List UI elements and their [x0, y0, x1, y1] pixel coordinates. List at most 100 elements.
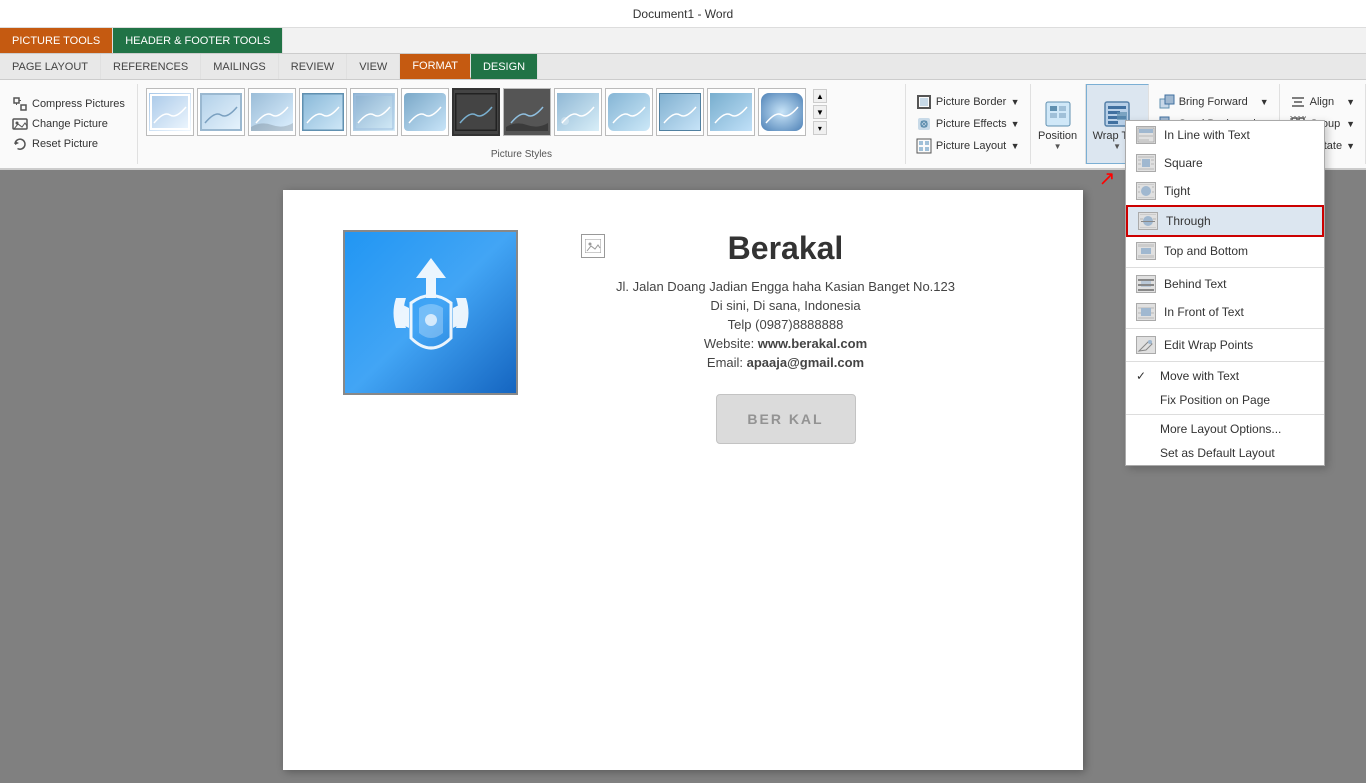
- picture-effects-chevron[interactable]: ▼: [1011, 119, 1020, 129]
- picture-effects-group: Picture Border ▼ Picture Effects ▼ Pictu…: [906, 84, 1031, 164]
- position-chevron[interactable]: ▼: [1054, 142, 1062, 151]
- compress-pictures-btn[interactable]: Compress Pictures: [8, 94, 129, 114]
- separator-1: [1126, 267, 1324, 268]
- move-with-text-label: Move with Text: [1160, 369, 1239, 383]
- scroll-up-btn[interactable]: ▲: [813, 89, 827, 103]
- compress-pictures-label: Compress Pictures: [32, 98, 125, 110]
- reset-picture-label: Reset Picture: [32, 138, 98, 150]
- reset-picture-btn[interactable]: Reset Picture: [8, 134, 102, 154]
- email-address: apaaja@gmail.com: [747, 355, 864, 370]
- website-url: www.berakal.com: [758, 336, 867, 351]
- position-label: Position: [1038, 130, 1077, 142]
- tab-references[interactable]: REFERENCES: [101, 54, 201, 79]
- bring-forward-icon: [1159, 94, 1175, 110]
- style-thumb-1[interactable]: [146, 88, 194, 136]
- menu-item-top-bottom[interactable]: Top and Bottom: [1126, 237, 1324, 265]
- align-label: Align: [1310, 96, 1334, 108]
- picture-styles-label: Picture Styles: [146, 149, 897, 160]
- style-thumb-4[interactable]: [299, 88, 347, 136]
- menu-item-move-with-text[interactable]: ✓ Move with Text: [1126, 364, 1324, 388]
- company-phone: Telp (0987)8888888: [548, 317, 1023, 332]
- menu-item-fix-position[interactable]: ✓ Fix Position on Page: [1126, 388, 1324, 412]
- tab-view[interactable]: VIEW: [347, 54, 400, 79]
- front-text-label: In Front of Text: [1164, 305, 1244, 319]
- style-thumb-5[interactable]: [350, 88, 398, 136]
- through-wrap-label: Through: [1166, 214, 1211, 228]
- company-stamp: BER KAL: [716, 394, 856, 444]
- style-thumb-10[interactable]: [605, 88, 653, 136]
- company-logo: [343, 230, 518, 395]
- change-picture-icon: [12, 116, 28, 132]
- style-thumb-2[interactable]: [197, 88, 245, 136]
- picture-layout-icon: [916, 138, 932, 154]
- scroll-down-btn[interactable]: ▼: [813, 105, 827, 119]
- doc-content: Berakal Jl. Jalan Doang Jadian Engga hah…: [343, 230, 1023, 444]
- style-thumb-3[interactable]: [248, 88, 296, 136]
- fix-position-label: Fix Position on Page: [1160, 393, 1270, 407]
- position-icon: [1042, 98, 1074, 130]
- tab-format[interactable]: FORMAT: [400, 54, 471, 79]
- tab-review[interactable]: REVIEW: [279, 54, 347, 79]
- reset-picture-icon: [12, 136, 28, 152]
- square-wrap-label: Square: [1164, 156, 1203, 170]
- bring-forward-btn[interactable]: Bring Forward ▼: [1155, 92, 1273, 112]
- style-thumb-8[interactable]: [503, 88, 551, 136]
- style-thumb-11[interactable]: [656, 88, 704, 136]
- menu-item-through[interactable]: Through: [1126, 205, 1324, 237]
- picture-border-chevron[interactable]: ▼: [1011, 97, 1020, 107]
- scroll-expand-btn[interactable]: ▾: [813, 121, 827, 135]
- picture-border-label: Picture Border: [936, 96, 1006, 108]
- separator-2: [1126, 328, 1324, 329]
- adjust-group: Compress Pictures Change Picture Reset P…: [0, 84, 138, 164]
- style-thumb-7[interactable]: [452, 88, 500, 136]
- menu-item-behind-text[interactable]: Behind Text: [1126, 270, 1324, 298]
- style-thumb-12[interactable]: [707, 88, 755, 136]
- align-btn[interactable]: Align ▼: [1286, 92, 1359, 112]
- document-page: Berakal Jl. Jalan Doang Jadian Engga hah…: [283, 190, 1083, 770]
- wrap-text-chevron[interactable]: ▼: [1113, 142, 1121, 151]
- menu-item-edit-wrap[interactable]: Edit Wrap Points: [1126, 331, 1324, 359]
- style-scroll-arrows: ▲ ▼ ▾: [813, 89, 827, 135]
- title-text: Document1 - Word: [633, 7, 733, 21]
- menu-item-front-text[interactable]: In Front of Text: [1126, 298, 1324, 326]
- menu-item-square[interactable]: Square: [1126, 149, 1324, 177]
- company-email: Email: apaaja@gmail.com: [548, 355, 1023, 370]
- picture-layout-chevron[interactable]: ▼: [1011, 141, 1020, 151]
- tight-wrap-label: Tight: [1164, 184, 1190, 198]
- tab-page-layout[interactable]: PAGE LAYOUT: [0, 54, 101, 79]
- behind-text-label: Behind Text: [1164, 277, 1227, 291]
- change-picture-label: Change Picture: [32, 118, 108, 130]
- more-layout-label: More Layout Options...: [1160, 422, 1281, 436]
- behind-text-icon: [1136, 275, 1156, 293]
- position-group[interactable]: Position ▼: [1031, 84, 1086, 164]
- image-placeholder-icon: [581, 234, 605, 258]
- picture-layout-btn[interactable]: Picture Layout ▼: [912, 136, 1024, 156]
- change-picture-btn[interactable]: Change Picture: [8, 114, 112, 134]
- style-thumb-9[interactable]: [554, 88, 602, 136]
- edit-wrap-icon: [1136, 336, 1156, 354]
- style-thumb-13[interactable]: [758, 88, 806, 136]
- tab-design[interactable]: DESIGN: [471, 54, 538, 79]
- tab-picture-tools[interactable]: PICTURE TOOLS: [0, 28, 113, 53]
- picture-border-icon: [916, 94, 932, 110]
- edit-wrap-label: Edit Wrap Points: [1164, 338, 1253, 352]
- picture-styles-section: ▲ ▼ ▾ Picture Styles: [138, 84, 906, 164]
- doc-text-area: Berakal Jl. Jalan Doang Jadian Engga hah…: [548, 230, 1023, 444]
- bring-forward-label: Bring Forward: [1179, 96, 1248, 108]
- picture-effects-label: Picture Effects: [936, 118, 1007, 130]
- company-address: Jl. Jalan Doang Jadian Engga haha Kasian…: [548, 279, 1023, 294]
- picture-effects-btn[interactable]: Picture Effects ▼: [912, 114, 1024, 134]
- title-bar: Document1 - Word: [0, 0, 1366, 28]
- company-city: Di sini, Di sana, Indonesia: [548, 298, 1023, 313]
- menu-item-more-layout[interactable]: ✓ More Layout Options...: [1126, 417, 1324, 441]
- front-text-icon: [1136, 303, 1156, 321]
- menu-item-set-default[interactable]: ✓ Set as Default Layout: [1126, 441, 1324, 465]
- picture-border-btn[interactable]: Picture Border ▼: [912, 92, 1024, 112]
- tab-header-footer-tools[interactable]: HEADER & FOOTER TOOLS: [113, 28, 283, 53]
- separator-4: [1126, 414, 1324, 415]
- align-icon: [1290, 94, 1306, 110]
- tab-mailings[interactable]: MAILINGS: [201, 54, 279, 79]
- menu-item-inline[interactable]: In Line with Text: [1126, 121, 1324, 149]
- menu-item-tight[interactable]: Tight: [1126, 177, 1324, 205]
- style-thumb-6[interactable]: [401, 88, 449, 136]
